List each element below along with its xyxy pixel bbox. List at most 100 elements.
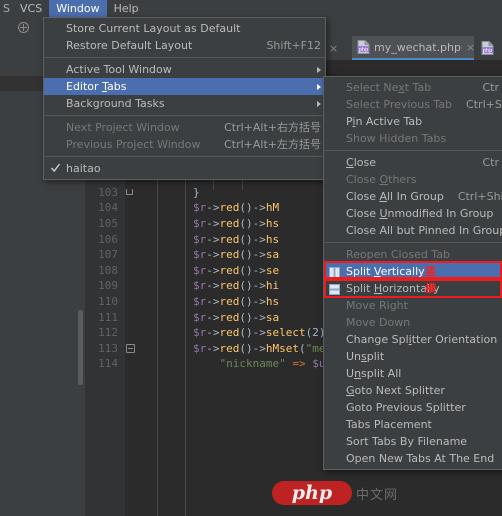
menu-separator (44, 156, 325, 157)
menu-item-close[interactable]: Close Ctr (324, 154, 502, 171)
menu-item-label: Store Current Layout as Default (66, 22, 241, 35)
menu-item-label: Select Previous Tab (346, 98, 453, 111)
code-text: $r->red()->sa (192, 310, 280, 324)
menu-item-label: Show Hidden Tabs (346, 132, 447, 145)
menu-item-select-next-tab[interactable]: Select Next Tab Ctr (324, 79, 502, 96)
menu-item-tabs-placement[interactable]: Tabs Placement (324, 416, 502, 433)
menu-item-label: Split Horizontally (346, 282, 440, 295)
menubar-item-vcs[interactable]: VCS (13, 0, 49, 18)
submenu-arrow-icon (317, 66, 321, 73)
close-icon[interactable]: × (329, 43, 338, 54)
menu-item-goto-next-splitter[interactable]: Goto Next Splitter (324, 382, 502, 399)
fold-collapse-icon[interactable] (126, 343, 135, 353)
menu-item-split-vertically[interactable]: Split Vertically 竖 (324, 263, 502, 280)
php-file-icon: php (481, 41, 494, 55)
menu-item-unsplit-all[interactable]: Unsplit All (324, 365, 502, 382)
line-number: 113 (98, 341, 118, 355)
menu-item-close-others[interactable]: Close Others (324, 171, 502, 188)
php-file-icon: php (357, 40, 370, 54)
menu-item-label: Close Unmodified In Group (346, 207, 494, 220)
menu-separator (44, 57, 325, 58)
editor-tab-my-wechat[interactable]: php my_wechat.php × (352, 36, 475, 60)
menu-item-editor-tabs[interactable]: Editor Tabs (44, 78, 325, 95)
line-number: 107 (98, 248, 118, 262)
menubar-item-clipped-label: S (3, 2, 10, 15)
menu-item-show-hidden-tabs[interactable]: Show Hidden Tabs (324, 130, 502, 147)
fold-end-icon[interactable] (126, 188, 133, 195)
menu-item-next-project-window[interactable]: Next Project Window Ctrl+Alt+右方括号 (44, 119, 325, 136)
close-icon[interactable]: × (466, 42, 475, 53)
split-horizontal-icon (329, 283, 340, 295)
menu-item-haitao[interactable]: haitao (44, 160, 325, 177)
code-text: $r->red()->hs (192, 294, 280, 308)
menu-item-label: Active Tool Window (66, 63, 172, 76)
menu-item-move-down[interactable]: Move Down (324, 314, 502, 331)
menu-item-split-horizontally[interactable]: Split Horizontally 横 (324, 280, 502, 297)
annotation-note: 竖 (425, 265, 436, 278)
menu-item-shortcut: Ctrl+Alt+左方括号 (224, 138, 321, 151)
menu-item-label: Background Tasks (66, 97, 165, 110)
menu-item-restore-default-layout[interactable]: Restore Default Layout Shift+F12 (44, 37, 325, 54)
svg-text:php: php (483, 48, 493, 54)
line-number: 110 (98, 294, 118, 308)
menubar-item-help[interactable]: Help (107, 0, 146, 18)
code-text: $r->red()->sa (192, 248, 280, 262)
menu-item-label: haitao (66, 162, 101, 175)
menu-item-shortcut: Ctrl+Shift (466, 98, 502, 111)
menu-item-change-splitter-orientation[interactable]: Change Splitter Orientation (324, 331, 502, 348)
menu-item-goto-previous-splitter[interactable]: Goto Previous Splitter (324, 399, 502, 416)
menu-item-label: Select Next Tab (346, 81, 432, 94)
menu-item-move-right[interactable]: Move Right (324, 297, 502, 314)
settings-gear-icon[interactable] (18, 22, 29, 33)
menu-item-label: Close All In Group (346, 190, 444, 203)
annotation-note: 横 (425, 282, 436, 295)
menu-item-store-current-layout-as-default[interactable]: Store Current Layout as Default (44, 20, 325, 37)
line-number: 112 (98, 326, 118, 340)
menu-item-label: Previous Project Window (66, 138, 201, 151)
line-number: 105 (98, 216, 118, 230)
menu-item-label: Reopen Closed Tab (346, 248, 450, 261)
menu-bar: S VCS Window Help (0, 0, 502, 18)
code-text: $r->red()->hs (192, 216, 280, 230)
menu-item-sort-tabs-by-filename[interactable]: Sort Tabs By Filename (324, 433, 502, 450)
menu-item-label: Move Right (346, 299, 408, 312)
menu-item-label: Close (346, 156, 376, 169)
menu-item-reopen-closed-tab[interactable]: Reopen Closed Tab (324, 246, 502, 263)
menu-item-open-new-tabs-at-the-end[interactable]: Open New Tabs At The End (324, 450, 502, 467)
code-text: $r->red()->hs (192, 232, 280, 246)
menu-item-label: Close Others (346, 173, 417, 186)
menu-item-label: Change Splitter Orientation (346, 333, 498, 346)
editor-tab-my-wechat-label: my_wechat.php (374, 40, 461, 54)
menubar-item-window-label: Window (56, 2, 100, 15)
editor-tab-partial-right[interactable]: php (476, 36, 502, 60)
menubar-item-window[interactable]: Window (49, 0, 107, 18)
menu-item-label: Unsplit (346, 350, 385, 363)
menu-item-close-unmodified-in-group[interactable]: Close Unmodified In Group (324, 205, 502, 222)
menu-item-label: Editor Tabs (66, 80, 127, 93)
menu-item-active-tool-window[interactable]: Active Tool Window (44, 61, 325, 78)
menu-item-shortcut: Ctr (482, 156, 499, 169)
window-menu-dropdown[interactable]: Store Current Layout as Default Restore D… (43, 17, 326, 180)
menu-item-select-previous-tab[interactable]: Select Previous Tab Ctrl+Shift (324, 96, 502, 113)
menubar-item-vcs-label: VCS (19, 2, 43, 15)
menu-item-label: Restore Default Layout (66, 39, 193, 52)
menu-item-label: Move Down (346, 316, 411, 329)
menu-item-close-all-in-group[interactable]: Close All In Group Ctrl+Shift (324, 188, 502, 205)
editor-tabs-submenu[interactable]: Select Next Tab Ctr Select Previous Tab Ctr… (323, 76, 502, 470)
menubar-item-clipped[interactable]: S (2, 0, 13, 18)
menu-item-background-tasks[interactable]: Background Tasks (44, 95, 325, 112)
line-number: 109 (98, 279, 118, 293)
menu-item-shortcut: Ctrl+Shift (457, 190, 502, 203)
menu-item-label: Close All but Pinned In Group (346, 224, 502, 237)
menu-item-label: Next Project Window (66, 121, 180, 134)
menu-item-close-all-but-pinned-in-group[interactable]: Close All but Pinned In Group (324, 222, 502, 239)
menu-item-previous-project-window[interactable]: Previous Project Window Ctrl+Alt+左方括号 (44, 136, 325, 153)
submenu-arrow-icon (317, 83, 321, 90)
menu-item-label: Sort Tabs By Filename (346, 435, 468, 448)
menubar-item-help-label: Help (113, 2, 139, 15)
menu-item-shortcut: Shift+F12 (266, 39, 321, 52)
menu-item-pin-active-tab[interactable]: Pin Active Tab (324, 113, 502, 130)
menu-item-unsplit[interactable]: Unsplit (324, 348, 502, 365)
menu-item-label: Tabs Placement (346, 418, 432, 431)
menu-item-label: Split Vertically (346, 265, 425, 278)
